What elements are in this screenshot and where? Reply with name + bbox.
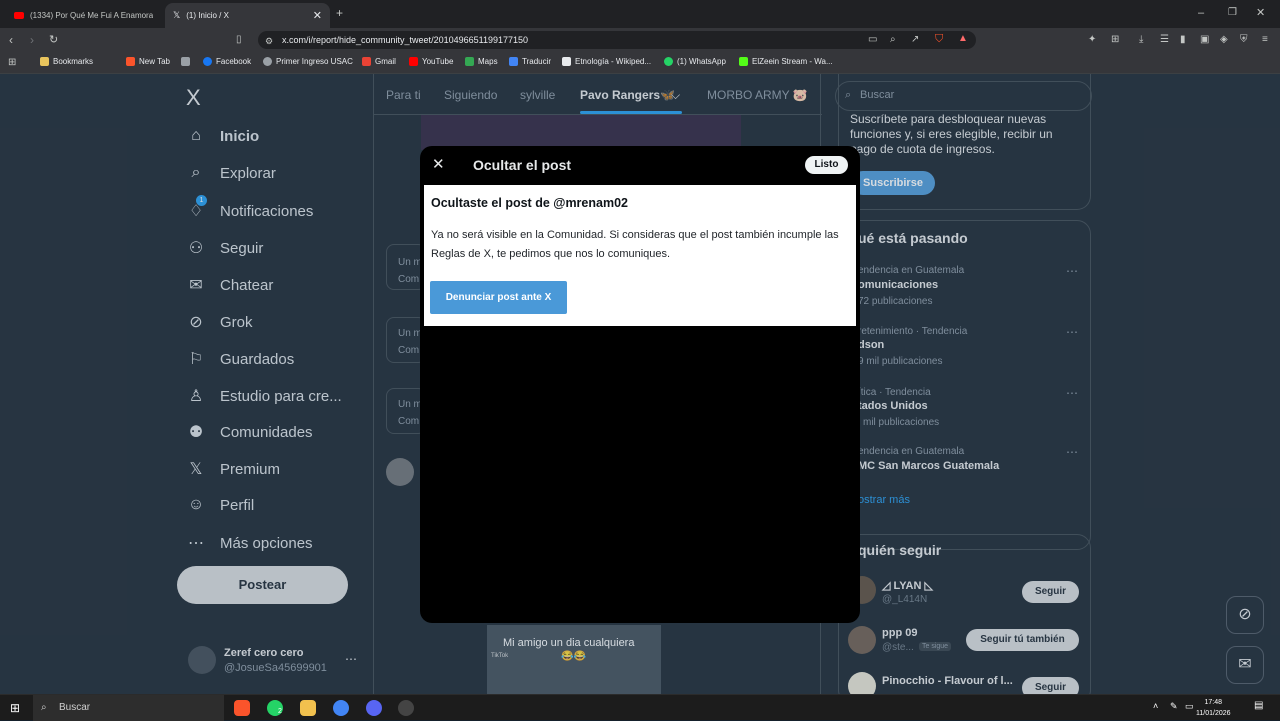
- translate-icon: [509, 57, 518, 66]
- page-icon: [181, 57, 190, 66]
- brave-rewards-icon[interactable]: ▲: [958, 32, 968, 46]
- bookmark-item[interactable]: YouTube: [409, 57, 453, 66]
- system-clock[interactable]: 17:48 11/01/2026: [1196, 697, 1231, 719]
- apps-grid-icon[interactable]: ⊞: [8, 56, 16, 70]
- done-button[interactable]: Listo: [805, 156, 848, 174]
- youtube-icon: [14, 12, 24, 19]
- gmail-icon: [362, 57, 371, 66]
- browser-tab-bar: (1334) Por Qué Me Fui A Enamorar De Ti 𝕏…: [0, 0, 1280, 28]
- discord-icon[interactable]: [366, 700, 382, 716]
- browser-tab-active[interactable]: 𝕏 (1) Inicio / X ✕: [165, 3, 330, 28]
- taskbar: ⊞ ⌕ Buscar 2 ˄ ✎ ▭ 17:48 11/01/2026 ▤: [0, 694, 1280, 721]
- x-favicon-icon: 𝕏: [173, 10, 181, 20]
- new-tab-icon[interactable]: +: [336, 6, 343, 20]
- steam-icon[interactable]: [398, 700, 414, 716]
- screen-icon[interactable]: ▭: [868, 33, 877, 47]
- youtube-icon: [409, 57, 418, 66]
- reload-icon[interactable]: ↻: [49, 33, 58, 47]
- close-window-icon[interactable]: ✕: [1256, 6, 1265, 20]
- sidebar-icon[interactable]: ▮: [1180, 33, 1186, 47]
- extensions-icon[interactable]: ✦: [1088, 33, 1096, 47]
- back-icon[interactable]: ‹: [9, 33, 13, 47]
- bookmark-item[interactable]: (1) WhatsApp: [664, 57, 726, 66]
- tab-title: (1) Inicio / X: [186, 11, 229, 20]
- wallet-icon[interactable]: ▣: [1200, 33, 1209, 47]
- folder-icon: [40, 57, 49, 66]
- bookmark-item[interactable]: Gmail: [362, 57, 396, 66]
- menu-icon[interactable]: ≡: [1262, 33, 1268, 47]
- downloads-icon[interactable]: ⤓: [1139, 33, 1143, 47]
- taskbar-search[interactable]: ⌕ Buscar: [33, 695, 224, 721]
- whatsapp-badge: 2: [278, 708, 282, 715]
- bookmark-item[interactable]: ElZeein Stream - Wa...: [739, 57, 833, 66]
- confirmation-heading: Ocultaste el post de @mrenam02: [431, 196, 628, 210]
- bookmark-page-icon[interactable]: ▯: [236, 33, 242, 47]
- bookmark-item[interactable]: Etnología - Wikiped...: [562, 57, 651, 66]
- modal-title: Ocultar el post: [473, 157, 572, 173]
- bookmark-item[interactable]: Maps: [465, 57, 498, 66]
- globe-icon: [263, 57, 272, 66]
- bookmark-item[interactable]: [181, 57, 190, 66]
- chrome-icon[interactable]: [333, 700, 349, 716]
- hide-post-modal: ✕ Ocultar el post Listo Ocultaste el pos…: [420, 146, 860, 623]
- file-explorer-icon[interactable]: [300, 700, 316, 716]
- maps-icon: [465, 57, 474, 66]
- maximize-icon[interactable]: ❐: [1228, 6, 1237, 20]
- pen-icon[interactable]: ✎: [1170, 701, 1178, 712]
- network-icon[interactable]: ▭: [1185, 701, 1194, 712]
- bookmark-item[interactable]: Bookmarks: [40, 57, 93, 66]
- tab-title: (1334) Por Qué Me Fui A Enamorar De Ti: [30, 11, 153, 20]
- bookmark-item[interactable]: Facebook: [203, 57, 251, 66]
- bookmark-item[interactable]: Traducir: [509, 57, 551, 66]
- wikipedia-icon: [562, 57, 571, 66]
- bookmark-item[interactable]: New Tab: [126, 57, 170, 66]
- brave-shield-icon[interactable]: ⛉: [935, 32, 943, 46]
- close-tab-icon[interactable]: ✕: [313, 9, 322, 22]
- clock-time: 17:48: [1204, 699, 1223, 706]
- x-app: X ⌂ Inicio ⌕ Explorar ♢ 1 Notificaciones ⚇ Se…: [0, 74, 1280, 694]
- site-info-icon[interactable]: ⚙: [265, 34, 273, 48]
- forward-icon[interactable]: ›: [30, 33, 34, 47]
- kick-icon: [739, 57, 748, 66]
- bookmark-item[interactable]: Primer Ingreso USAC: [263, 57, 353, 66]
- whatsapp-icon: [664, 57, 673, 66]
- history-icon[interactable]: ☰: [1160, 33, 1169, 47]
- report-post-button[interactable]: Denunciar post ante X: [430, 281, 567, 314]
- share-icon[interactable]: ↗: [911, 33, 919, 47]
- modal-body: Ocultaste el post de @mrenam02 Ya no ser…: [424, 185, 856, 326]
- vpn-icon[interactable]: ◈: [1220, 33, 1228, 47]
- confirmation-text: Ya no será visible en la Comunidad. Si c…: [431, 229, 839, 260]
- taskbar-search-label: Buscar: [59, 702, 91, 713]
- search-icon: ⌕: [41, 702, 47, 713]
- notification-center-icon[interactable]: ▤: [1254, 700, 1263, 711]
- windows-start-icon[interactable]: ⊞: [10, 701, 20, 715]
- minimize-icon[interactable]: –: [1198, 6, 1204, 20]
- address-bar-row: ‹ › ↻ ▯ x.com/i/report/hide_community_tw…: [0, 28, 1280, 52]
- browser-tab[interactable]: (1334) Por Qué Me Fui A Enamorar De Ti: [6, 3, 161, 28]
- tray-chevron-icon[interactable]: ˄: [1153, 701, 1158, 711]
- brave-icon: [126, 57, 135, 66]
- tab-search-icon[interactable]: ⊞: [1111, 33, 1119, 47]
- bookmarks-bar: ⊞ Bookmarks New Tab Facebook Primer Ingr…: [0, 52, 1280, 74]
- facebook-icon: [203, 57, 212, 66]
- shield-icon[interactable]: ⛨: [1240, 33, 1248, 47]
- zoom-icon[interactable]: ⌕: [890, 33, 896, 47]
- whatsapp-icon[interactable]: 2: [267, 700, 283, 716]
- close-icon[interactable]: ✕: [432, 155, 445, 173]
- brave-icon[interactable]: [234, 700, 250, 716]
- clock-date: 11/01/2026: [1196, 710, 1231, 717]
